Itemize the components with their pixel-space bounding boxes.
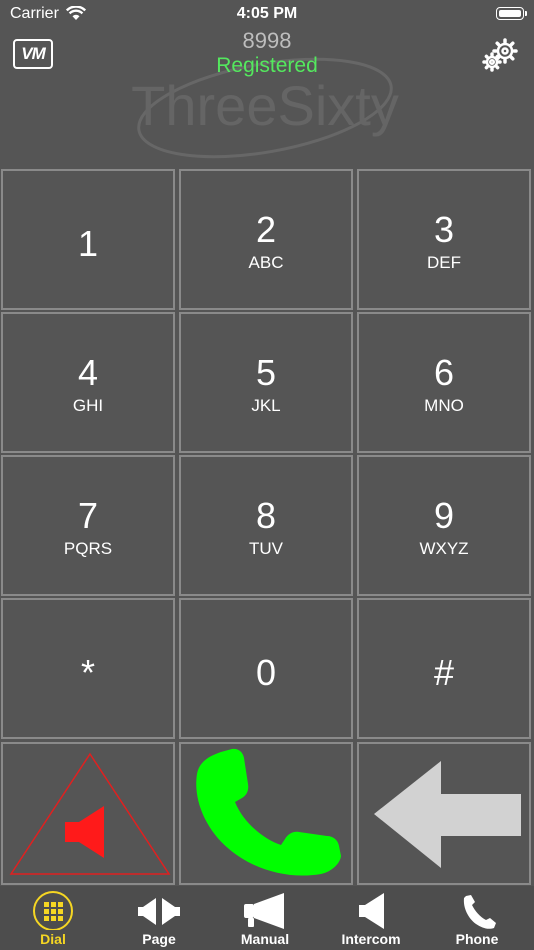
backspace-button[interactable] xyxy=(357,742,531,885)
tab-intercom[interactable]: Intercom xyxy=(318,886,424,950)
tab-label: Phone xyxy=(455,931,499,947)
key-letters: GHI xyxy=(72,396,104,415)
back-arrow-icon xyxy=(374,761,521,868)
tab-phone[interactable]: Phone xyxy=(424,886,534,950)
clock: 4:05 PM xyxy=(236,5,298,22)
tab-label: Dial xyxy=(40,931,66,947)
page-speakers-icon xyxy=(138,898,180,925)
header: ThreeSixty VM 8998 Registered xyxy=(0,28,534,168)
key-hash[interactable]: # xyxy=(357,598,531,739)
key-digit: 8 xyxy=(255,495,277,536)
key-letters: TUV xyxy=(249,539,283,558)
key-6[interactable]: 6 MNO xyxy=(357,312,531,453)
key-digit: 3 xyxy=(433,209,455,250)
key-2[interactable]: 2 ABC xyxy=(179,169,353,310)
key-digit: 9 xyxy=(433,495,455,536)
key-letters: MNO xyxy=(424,396,464,415)
key-digit: 6 xyxy=(433,352,455,393)
key-5[interactable]: 5 JKL xyxy=(179,312,353,453)
settings-gear-icon[interactable] xyxy=(482,38,520,72)
key-letters: PQRS xyxy=(63,539,113,558)
tab-page[interactable]: Page xyxy=(106,886,212,950)
key-letters: ABC xyxy=(248,253,284,272)
tab-label: Intercom xyxy=(341,931,401,947)
phone-handset-icon xyxy=(196,748,341,876)
key-digit: # xyxy=(433,652,455,693)
speaker-warning-icon xyxy=(9,752,171,875)
key-8[interactable]: 8 TUV xyxy=(179,455,353,596)
key-7[interactable]: 7 PQRS xyxy=(1,455,175,596)
key-digit: 0 xyxy=(255,652,277,693)
key-3[interactable]: 3 DEF xyxy=(357,169,531,310)
key-9[interactable]: 9 WXYZ xyxy=(357,455,531,596)
tab-label: Manual xyxy=(240,931,290,947)
key-letters: JKL xyxy=(251,396,281,415)
tab-manual[interactable]: Manual xyxy=(212,886,318,950)
registration-status: Registered xyxy=(216,54,318,77)
status-bar: Carrier 4:05 PM xyxy=(0,0,534,28)
key-digit: 5 xyxy=(255,352,277,393)
key-0[interactable]: 0 xyxy=(179,598,353,739)
key-digit: * xyxy=(80,652,95,693)
key-star[interactable]: * xyxy=(1,598,175,739)
intercom-speaker-icon xyxy=(359,893,384,929)
phone-icon xyxy=(463,895,496,929)
tab-label: Page xyxy=(142,931,176,947)
megaphone-icon xyxy=(244,893,284,929)
keypad: 1 2 ABC 3 DEF 4 GHI 5 JKL 6 MNO 7 PQRS 8… xyxy=(1,169,533,885)
tab-dial[interactable]: Dial xyxy=(0,886,106,950)
battery-icon xyxy=(496,7,527,20)
keypad-grid-icon xyxy=(33,891,73,930)
key-digit: 1 xyxy=(77,223,99,264)
key-letters: DEF xyxy=(427,253,461,272)
call-button[interactable] xyxy=(179,742,353,885)
key-letters: WXYZ xyxy=(419,539,469,558)
speaker-button[interactable] xyxy=(1,742,175,885)
key-digit: 4 xyxy=(77,352,99,393)
key-4[interactable]: 4 GHI xyxy=(1,312,175,453)
key-digit: 2 xyxy=(255,209,277,250)
logo-text: ThreeSixty xyxy=(131,74,399,137)
tab-bar: Dial Page Manual Intercom Phone xyxy=(0,886,534,950)
extension-number: 8998 xyxy=(242,28,292,53)
key-1[interactable]: 1 xyxy=(1,169,175,310)
key-digit: 7 xyxy=(77,495,99,536)
